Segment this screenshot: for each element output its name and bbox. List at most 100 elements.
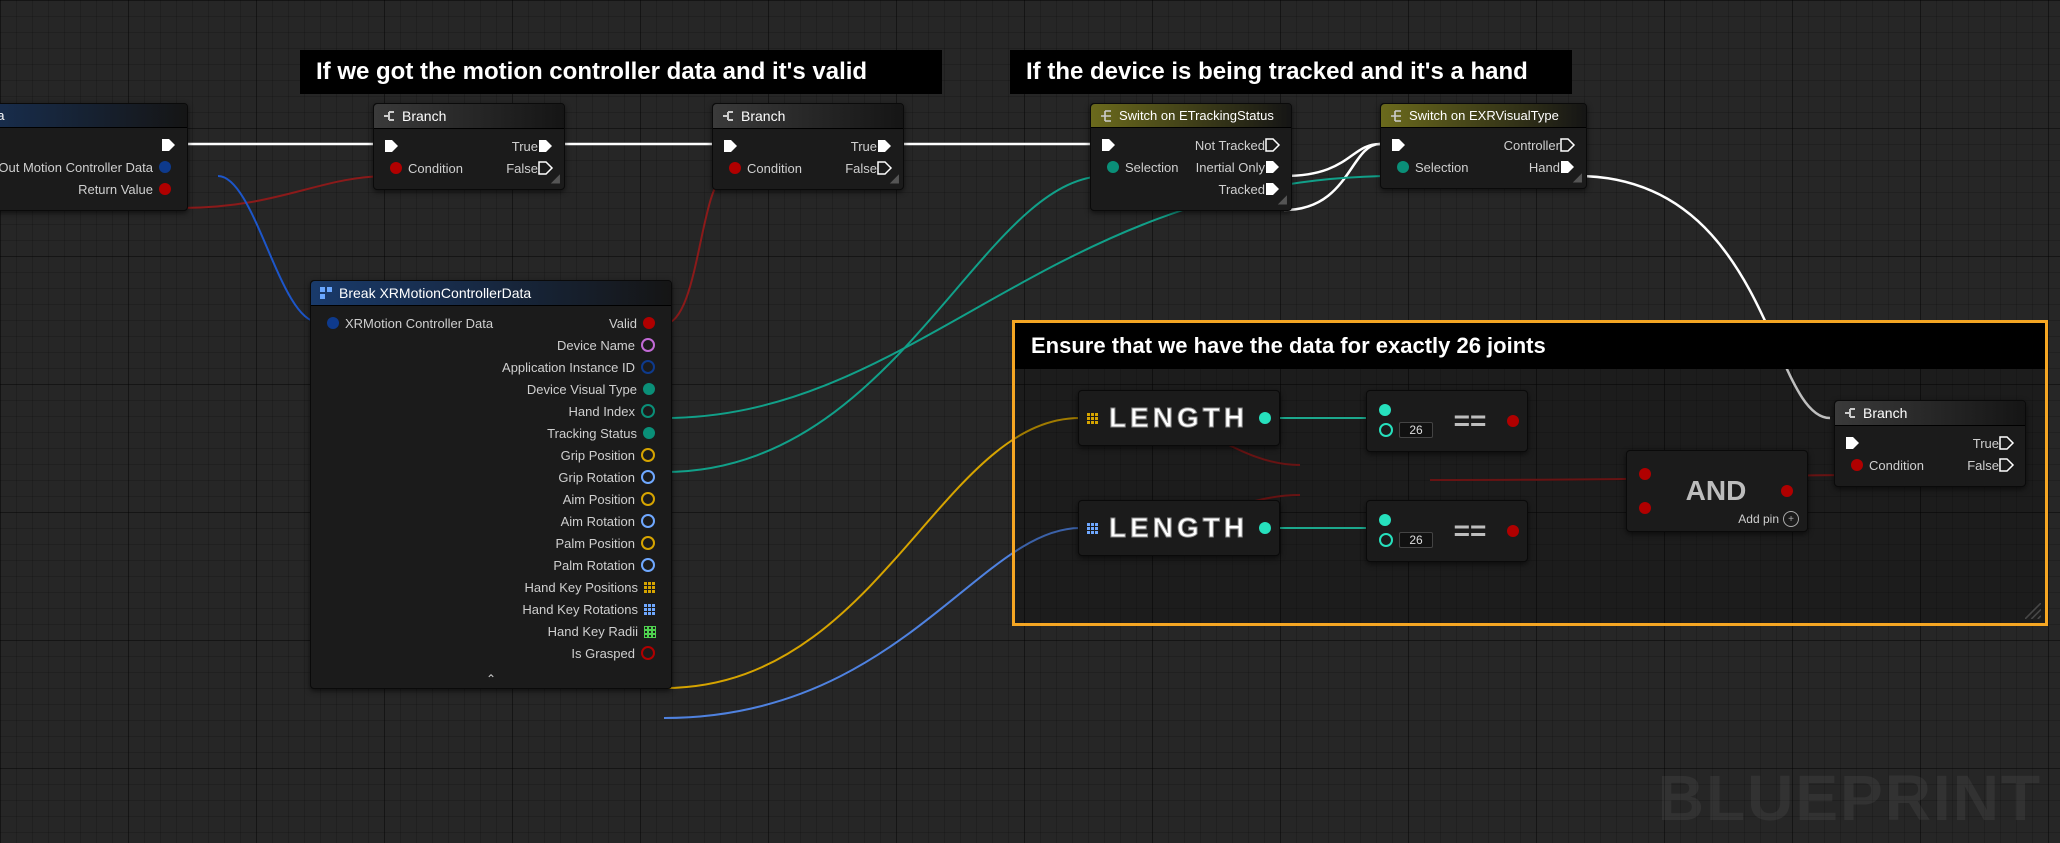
- break-struct-icon: [319, 286, 333, 300]
- pin-icon[interactable]: [327, 317, 339, 329]
- pin-icon[interactable]: [159, 183, 171, 195]
- exec-in-icon[interactable]: [384, 139, 400, 153]
- pin-controller: Controller: [1504, 138, 1560, 153]
- pin-tracked: Tracked: [1219, 182, 1265, 197]
- pin-hand: Hand: [1529, 160, 1560, 175]
- pin-icon[interactable]: [1397, 161, 1409, 173]
- exec-out-icon[interactable]: [1265, 160, 1281, 174]
- exec-out-icon[interactable]: [1560, 160, 1576, 174]
- pin-icon[interactable]: [641, 448, 655, 462]
- pin-icon[interactable]: [1379, 514, 1391, 526]
- pin-device-name: Device Name: [557, 338, 635, 353]
- node-length-1[interactable]: LENGTH: [1078, 390, 1280, 446]
- expand-icon[interactable]: ⌃: [486, 672, 496, 686]
- node-title: Branch: [402, 108, 446, 124]
- pin-icon[interactable]: [159, 161, 171, 173]
- pin-condition: Condition: [747, 161, 802, 176]
- node-length-2[interactable]: LENGTH: [1078, 500, 1280, 556]
- equals-value[interactable]: 26: [1399, 532, 1433, 548]
- pin-out-motion-data: Out Motion Controller Data: [0, 160, 153, 175]
- node-equals-1[interactable]: 26 ==: [1366, 390, 1528, 452]
- branch-icon: [382, 109, 396, 123]
- pin-icon[interactable]: [1639, 502, 1651, 514]
- pin-icon[interactable]: [1259, 522, 1271, 534]
- exec-in-icon[interactable]: [723, 139, 739, 153]
- pin-icon[interactable]: [641, 338, 655, 352]
- exec-out-false-icon[interactable]: [877, 161, 893, 175]
- pin-hand-key-rotations: Hand Key Rotations: [522, 602, 638, 617]
- pin-icon[interactable]: [641, 646, 655, 660]
- exec-in-icon[interactable]: [1391, 138, 1407, 152]
- exec-out-icon[interactable]: [161, 138, 177, 152]
- node-switch-visual-type[interactable]: Switch on EXRVisualType Controller Selec…: [1380, 103, 1587, 189]
- node-switch-tracking-status[interactable]: Switch on ETrackingStatus Not Tracked Se…: [1090, 103, 1292, 211]
- pin-icon[interactable]: [641, 404, 655, 418]
- node-branch-2[interactable]: Branch True Condition False ◢: [712, 103, 904, 190]
- pin-icon[interactable]: [1507, 415, 1519, 427]
- exec-out-true-icon[interactable]: [877, 139, 893, 153]
- node-branch-1[interactable]: Branch True Condition False ◢: [373, 103, 565, 190]
- switch-icon: [1389, 109, 1403, 123]
- pin-grip-position: Grip Position: [561, 448, 635, 463]
- pin-icon[interactable]: [643, 427, 655, 439]
- exec-out-true-icon[interactable]: [538, 139, 554, 153]
- pin-icon[interactable]: [641, 536, 655, 550]
- array-pin-icon[interactable]: [1087, 413, 1098, 424]
- exec-out-icon[interactable]: [1265, 138, 1281, 152]
- node-title: Break XRMotionControllerData: [339, 285, 531, 301]
- node-break-xrmotioncontrollerdata[interactable]: Break XRMotionControllerData XRMotion Co…: [310, 280, 672, 689]
- pin-icon[interactable]: [641, 360, 655, 374]
- pin-device-visual-type: Device Visual Type: [527, 382, 637, 397]
- pin-icon[interactable]: [641, 492, 655, 506]
- exec-out-icon[interactable]: [1265, 182, 1281, 196]
- pin-icon[interactable]: [1379, 533, 1393, 547]
- pin-true: True: [512, 139, 538, 154]
- pin-icon[interactable]: [643, 317, 655, 329]
- pin-icon[interactable]: [641, 470, 655, 484]
- node-branch-3[interactable]: Branch True Condition False: [1834, 400, 2026, 487]
- switch-icon: [1099, 109, 1113, 123]
- equals-operator: ==: [1439, 405, 1501, 437]
- pin-icon[interactable]: [390, 162, 402, 174]
- array-pin-icon[interactable]: [644, 604, 655, 615]
- exec-in-icon[interactable]: [1101, 138, 1117, 152]
- pin-grip-rotation: Grip Rotation: [558, 470, 635, 485]
- pin-icon[interactable]: [1639, 468, 1651, 480]
- equals-value[interactable]: 26: [1399, 422, 1433, 438]
- exec-in-icon[interactable]: [1845, 436, 1861, 450]
- exec-out-false-icon[interactable]: [1999, 458, 2015, 472]
- pin-xrmotion-data: XRMotion Controller Data: [345, 316, 493, 331]
- pin-icon[interactable]: [1107, 161, 1119, 173]
- pin-icon[interactable]: [1781, 485, 1793, 497]
- resize-icon[interactable]: [2025, 603, 2041, 619]
- pin-hand-key-radii: Hand Key Radii: [548, 624, 638, 639]
- pin-icon[interactable]: [1379, 404, 1391, 416]
- array-pin-icon[interactable]: [1087, 523, 1098, 534]
- comment-motion-valid[interactable]: If we got the motion controller data and…: [300, 50, 942, 94]
- pin-icon[interactable]: [641, 514, 655, 528]
- pin-icon[interactable]: [729, 162, 741, 174]
- pin-false: False: [1967, 458, 1999, 473]
- comment-tracked-hand[interactable]: If the device is being tracked and it's …: [1010, 50, 1572, 94]
- pin-icon[interactable]: [1379, 423, 1393, 437]
- equals-operator: ==: [1439, 515, 1501, 547]
- pin-icon[interactable]: [1507, 525, 1519, 537]
- pin-palm-rotation: Palm Rotation: [553, 558, 635, 573]
- pin-icon[interactable]: [643, 383, 655, 395]
- branch-icon: [1843, 406, 1857, 420]
- node-equals-2[interactable]: 26 ==: [1366, 500, 1528, 562]
- pin-icon[interactable]: [641, 558, 655, 572]
- node-motion-controller-data[interactable]: on Controller Data Out Motion Controller…: [0, 103, 188, 211]
- exec-out-true-icon[interactable]: [1999, 436, 2015, 450]
- array-pin-icon[interactable]: [644, 626, 655, 637]
- pin-icon[interactable]: [1259, 412, 1271, 424]
- node-title: Branch: [1863, 405, 1907, 421]
- pin-palm-position: Palm Position: [556, 536, 635, 551]
- pin-icon[interactable]: [1851, 459, 1863, 471]
- add-pin-button[interactable]: +: [1783, 511, 1799, 527]
- exec-out-false-icon[interactable]: [538, 161, 554, 175]
- pin-condition: Condition: [1869, 458, 1924, 473]
- exec-out-icon[interactable]: [1560, 138, 1576, 152]
- array-pin-icon[interactable]: [644, 582, 655, 593]
- node-and[interactable]: AND Add pin +: [1626, 450, 1808, 532]
